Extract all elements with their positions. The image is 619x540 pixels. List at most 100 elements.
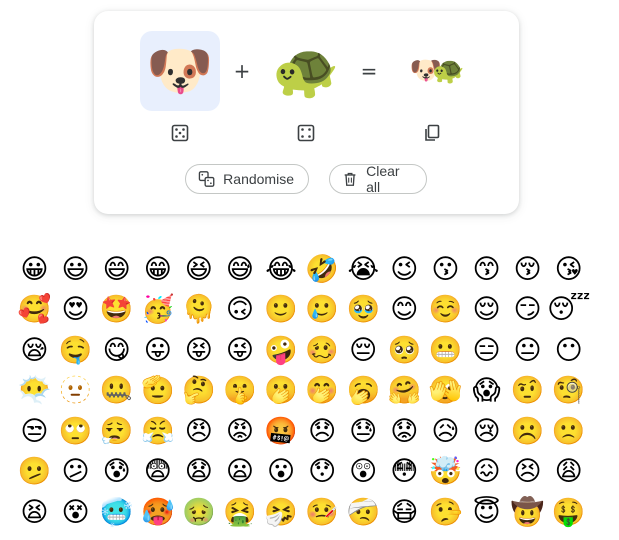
left-emoji-slot[interactable]: 🐶 [140,31,220,111]
emoji-grid-item[interactable]: 😂 [261,249,302,289]
emoji-grid-item[interactable]: 😀 [14,249,55,289]
emoji-grid-item[interactable]: ☹️ [507,411,548,451]
emoji-grid-item[interactable]: 😶‍🌫️ [14,371,55,411]
emoji-grid-item[interactable]: 🥺 [384,330,425,370]
emoji-grid-item[interactable]: 😍 [55,290,96,330]
emoji-grid-item[interactable]: 😢 [466,411,507,451]
emoji-grid-item[interactable]: 😩 [548,452,589,492]
clear-all-button[interactable]: Clear all [329,163,427,195]
randomise-button[interactable]: Randomise [185,164,309,194]
emoji-grid-item[interactable]: 🥴 [302,330,343,370]
emoji-grid-item[interactable]: 🥳 [137,290,178,330]
emoji-grid-item[interactable]: 🫥 [55,371,96,411]
emoji-grid-item[interactable]: 😧 [178,452,219,492]
emoji-grid-item[interactable]: 🤣 [302,249,343,289]
emoji-grid-item[interactable]: 😇 [466,492,507,532]
emoji-grid-item[interactable]: 🙄 [55,411,96,451]
emoji-grid-item[interactable]: 😨 [137,452,178,492]
copy-icon[interactable] [423,124,441,142]
emoji-grid-item[interactable]: 🤯 [425,452,466,492]
emoji-grid-item[interactable]: 🥰 [14,290,55,330]
dice-icon[interactable] [171,124,189,142]
emoji-grid-item[interactable]: 🫤 [14,452,55,492]
emoji-grid-item[interactable]: 😕 [55,452,96,492]
emoji-grid-item[interactable]: 🤧 [261,492,302,532]
emoji-grid-item[interactable]: 😥 [425,411,466,451]
emoji-grid-item[interactable]: 😊 [384,290,425,330]
emoji-grid-item[interactable]: 😱 [466,371,507,411]
emoji-grid-item[interactable]: 😅 [219,249,260,289]
emoji-grid-item[interactable]: 😃 [55,249,96,289]
emoji-grid-item[interactable]: 🤗 [384,371,425,411]
emoji-grid-item[interactable]: 🥱 [343,371,384,411]
emoji-grid-item[interactable]: 🤭 [302,371,343,411]
emoji-grid-item[interactable]: 🤫 [219,371,260,411]
emoji-grid-item[interactable]: 😜 [219,330,260,370]
emoji-grid-item[interactable]: 🫠 [178,290,219,330]
emoji-grid-item[interactable]: 😳 [384,452,425,492]
emoji-grid-item[interactable]: 😤 [137,411,178,451]
emoji-grid-item[interactable]: 🥹 [343,290,384,330]
emoji-grid-item[interactable]: 😄 [96,249,137,289]
emoji-grid-item[interactable]: 😟 [384,411,425,451]
emoji-grid-item[interactable]: 😗 [425,249,466,289]
emoji-grid-item[interactable]: 😔 [343,330,384,370]
emoji-grid-item[interactable]: 🤑 [548,492,589,532]
emoji-grid-item[interactable]: 🤩 [96,290,137,330]
emoji-grid-item[interactable]: 😝 [178,330,219,370]
emoji-grid-item[interactable]: 🧐 [548,371,589,411]
emoji-grid-item[interactable]: 😣 [507,452,548,492]
emoji-grid-item[interactable]: 😉 [384,249,425,289]
emoji-grid-item[interactable]: 😋 [96,330,137,370]
emoji-grid-item[interactable]: 😁 [137,249,178,289]
emoji-grid-item[interactable]: 🤐 [96,371,137,411]
emoji-grid-item[interactable]: 🤤 [55,330,96,370]
emoji-grid-item[interactable]: 😪 [14,330,55,370]
emoji-grid-item[interactable]: 😮‍💨 [96,411,137,451]
emoji-grid-item[interactable]: 😶 [548,330,589,370]
emoji-grid-item[interactable]: 😦 [219,452,260,492]
emoji-grid-item[interactable]: 🫢 [261,371,302,411]
dice-icon[interactable] [297,124,315,142]
emoji-grid-item[interactable]: 😙 [466,249,507,289]
emoji-grid-item[interactable]: 😆 [178,249,219,289]
emoji-grid-item[interactable]: 😬 [425,330,466,370]
emoji-grid-item[interactable]: 😘 [548,249,589,289]
emoji-grid-item[interactable]: 😑 [466,330,507,370]
emoji-grid-item[interactable]: 🤬 [261,411,302,451]
emoji-grid-item[interactable]: 🙂 [261,290,302,330]
emoji-grid-item[interactable]: 😏 [507,290,548,330]
emoji-grid-item[interactable]: 😐 [507,330,548,370]
emoji-grid-item[interactable]: 😷 [384,492,425,532]
emoji-grid-item[interactable]: 😠 [178,411,219,451]
emoji-grid-item[interactable]: 😌 [466,290,507,330]
emoji-grid-item[interactable]: 😒 [14,411,55,451]
emoji-grid-item[interactable]: 😛 [137,330,178,370]
emoji-grid-item[interactable]: 😲 [343,452,384,492]
emoji-grid-item[interactable]: 😴 [547,290,590,330]
emoji-grid-item[interactable]: 🤕 [343,492,384,532]
emoji-grid-item[interactable]: 😡 [219,411,260,451]
emoji-grid-item[interactable]: 😫 [14,492,55,532]
emoji-grid-item[interactable]: 🙃 [219,290,260,330]
emoji-grid-item[interactable]: 🤪 [261,330,302,370]
emoji-grid-item[interactable]: 🥵 [137,492,178,532]
emoji-grid-item[interactable]: 🥲 [302,290,343,330]
emoji-grid-item[interactable]: 😭 [343,249,384,289]
emoji-grid-item[interactable]: 🤠 [507,492,548,532]
emoji-grid-item[interactable]: 🙁 [548,411,589,451]
emoji-grid-item[interactable]: 🤢 [178,492,219,532]
emoji-grid-item[interactable]: 😵 [55,492,96,532]
emoji-grid-item[interactable]: 😞 [302,411,343,451]
emoji-grid-item[interactable]: 😮 [261,452,302,492]
emoji-grid-item[interactable]: 😚 [507,249,548,289]
emoji-grid-item[interactable]: 😖 [466,452,507,492]
emoji-grid-item[interactable]: 😯 [302,452,343,492]
emoji-grid-item[interactable]: ☺️ [425,290,466,330]
emoji-grid-item[interactable]: 🤥 [425,492,466,532]
right-emoji-slot[interactable]: 🐢 [266,31,346,111]
emoji-grid-item[interactable]: 🤮 [219,492,260,532]
emoji-grid-item[interactable]: 😰 [96,452,137,492]
emoji-grid-item[interactable]: 🫣 [425,371,466,411]
emoji-grid-item[interactable]: 🤨 [507,371,548,411]
